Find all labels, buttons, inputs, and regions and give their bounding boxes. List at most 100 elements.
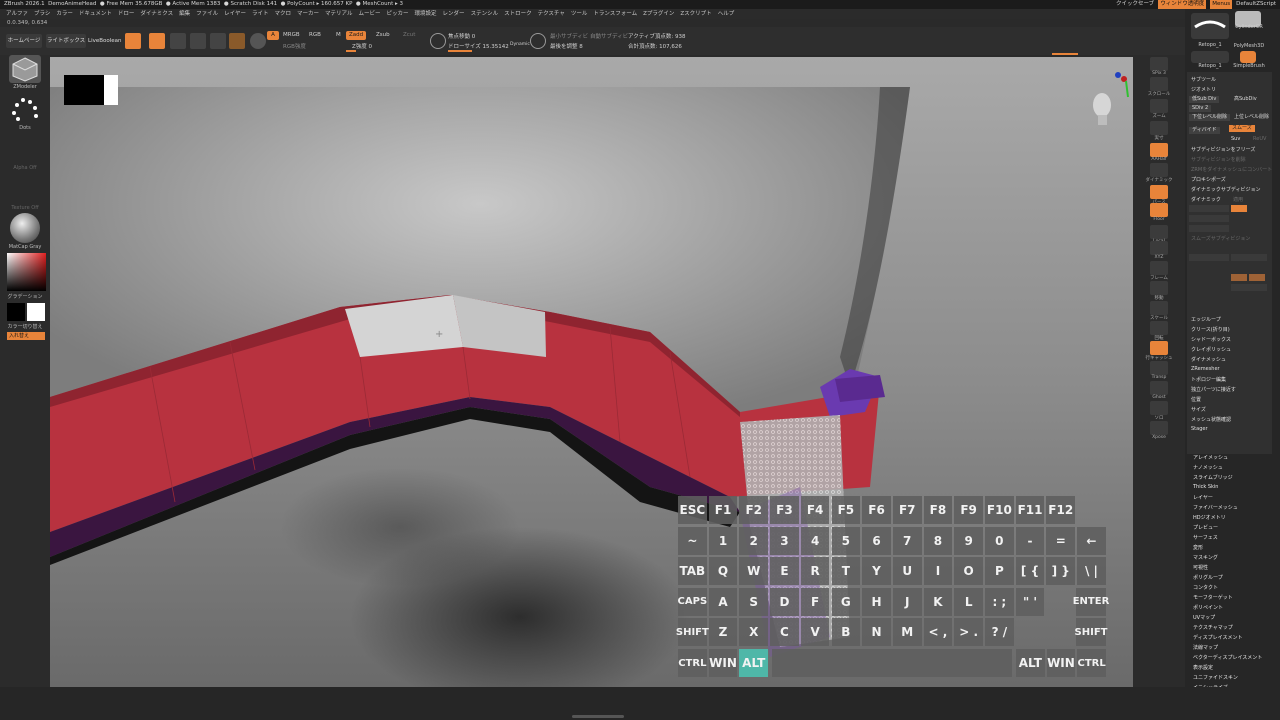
rgb-button[interactable]: RGB — [309, 32, 321, 38]
modify-topology-button[interactable]: 独立パーツに接近す — [1191, 386, 1236, 393]
rotate-mode-icon[interactable] — [210, 33, 226, 49]
dyn-slider-3[interactable] — [1189, 225, 1229, 232]
secondary-color-swatch[interactable] — [7, 303, 25, 321]
dynamic-subdiv-header[interactable]: ダイナミックサブディビジョン — [1191, 186, 1261, 193]
clay-polish-button[interactable]: クレイポリッシュ — [1191, 346, 1231, 353]
quicksave-button[interactable]: クイックセーブ — [1116, 0, 1154, 9]
key-2[interactable]: 2 — [739, 526, 769, 555]
reuv-toggle[interactable]: ReUV — [1253, 136, 1266, 142]
material-sphere-icon[interactable] — [229, 33, 245, 49]
key-f7[interactable]: F7 — [892, 496, 922, 524]
stager-button[interactable]: Stager — [1191, 426, 1208, 432]
right-shelf-button[interactable] — [1150, 163, 1168, 177]
key-f8[interactable]: F8 — [923, 496, 953, 524]
subpalette-item[interactable]: HDジオメトリ — [1193, 514, 1226, 521]
subpalette-item[interactable]: 表示設定 — [1193, 664, 1213, 671]
key-4[interactable]: 4 — [800, 526, 830, 555]
key-b[interactable]: B — [831, 618, 861, 647]
alternate-button[interactable]: 入れ替え — [7, 332, 45, 340]
delete-higher-button[interactable]: 上位レベル削除 — [1231, 114, 1272, 121]
subpalette-item[interactable]: アレイメッシュ — [1193, 454, 1228, 461]
key-9[interactable]: 9 — [954, 526, 983, 555]
focal-shift-icon[interactable] — [430, 33, 446, 49]
menus-button[interactable]: Menus — [1210, 0, 1233, 9]
key-[interactable]: - — [1015, 526, 1045, 555]
key-7[interactable]: 7 — [892, 526, 922, 555]
z-intensity-slider[interactable]: Z強度 0 — [352, 42, 372, 50]
subpalette-item[interactable]: ユニファイドスキン — [1193, 674, 1238, 681]
edit-mode-icon[interactable] — [125, 33, 141, 49]
dots-stroke-icon[interactable] — [9, 95, 41, 123]
key-k[interactable]: K — [923, 587, 953, 616]
dyn-slider-8[interactable] — [1231, 284, 1267, 291]
menu-item[interactable]: ドロー — [118, 9, 135, 19]
live-boolean-button[interactable]: LiveBoolean — [88, 34, 122, 48]
key-f3[interactable]: F3 — [770, 496, 799, 524]
key-q[interactable]: Q — [708, 557, 738, 586]
subpalette-item[interactable]: スライムブリッジ — [1193, 474, 1233, 481]
right-shelf-button[interactable] — [1150, 143, 1168, 157]
window-transparency-button[interactable]: ウィンドウ透明度 — [1158, 0, 1207, 9]
key-t[interactable]: T — [831, 557, 861, 586]
dyn-slider-1[interactable] — [1189, 205, 1229, 212]
texture-sphere-icon[interactable] — [250, 33, 266, 49]
key-[interactable]: ~ — [678, 526, 707, 555]
key-x[interactable]: X — [739, 618, 769, 647]
right-shelf-button[interactable] — [1150, 225, 1168, 239]
menu-item[interactable]: テクスチャ — [538, 9, 565, 19]
key-1[interactable]: 1 — [708, 526, 738, 555]
key-n[interactable]: N — [862, 618, 891, 647]
key-d[interactable]: D — [770, 587, 799, 616]
menu-item[interactable]: ツール — [571, 9, 588, 19]
key-[interactable]: < , — [923, 618, 953, 647]
zmodeler-brush-icon[interactable] — [9, 55, 41, 83]
subpalette-item[interactable]: 変形 — [1193, 544, 1203, 551]
draw-mode-icon[interactable] — [149, 33, 165, 49]
key-space[interactable] — [772, 649, 1012, 677]
3d-viewport[interactable]: + ESC F1 F2 F3 F4 F5 F6 F7 F8 F9 F10 F11 F12 ~1 2 3 4 5 6 7… — [50, 57, 1133, 687]
lower-res-button[interactable]: 低Sub Div — [1189, 96, 1220, 103]
right-shelf-button[interactable] — [1150, 99, 1168, 113]
subpalette-item[interactable]: ベクターディスプレイスメント — [1193, 654, 1262, 661]
key-f10[interactable]: F10 — [985, 496, 1014, 524]
scale-mode-icon[interactable] — [190, 33, 206, 49]
script-button[interactable]: DefaultZScript — [1236, 0, 1276, 9]
higher-res-button[interactable]: 高SubDiv — [1231, 96, 1260, 103]
menu-item[interactable]: マーカー — [297, 9, 319, 19]
smooth-steps-slider[interactable]: 最後を調整 8 — [550, 42, 583, 50]
key-s[interactable]: S — [739, 587, 769, 616]
suv-toggle[interactable]: Suv — [1231, 136, 1240, 142]
key-u[interactable]: U — [892, 557, 922, 586]
edge-loop-button[interactable]: エッジループ — [1191, 316, 1221, 323]
key-r[interactable]: R — [800, 557, 830, 586]
key-f[interactable]: F — [800, 587, 830, 616]
subpalette-item[interactable]: ナノメッシュ — [1193, 464, 1223, 471]
right-shelf-button[interactable] — [1150, 121, 1168, 135]
focal-shift-slider[interactable]: 焦点移動 0 — [448, 32, 475, 40]
menu-item[interactable]: ダイナミクス — [140, 9, 173, 19]
menu-item[interactable]: ファイル — [196, 9, 218, 19]
right-shelf-button[interactable] — [1150, 185, 1168, 199]
key-f1[interactable]: F1 — [708, 496, 738, 524]
menu-item[interactable]: レンダー — [443, 9, 465, 19]
convert-button[interactable]: ZRMをダイナメッシュにコンバート — [1191, 166, 1272, 173]
switch-color-label[interactable]: カラー切り替え — [0, 323, 50, 330]
key-c[interactable]: C — [770, 618, 799, 647]
matcap-sphere-icon[interactable] — [10, 213, 40, 243]
apply-button[interactable]: 適用 — [1233, 196, 1243, 203]
right-shelf-button[interactable] — [1150, 341, 1168, 355]
key-o[interactable]: O — [954, 557, 983, 586]
key-a[interactable]: A — [708, 587, 738, 616]
min-subdiv-button[interactable]: 最小サブディビ — [550, 32, 588, 40]
mesh-integrity-button[interactable]: メッシュ状態確認 — [1191, 416, 1231, 423]
key-6[interactable]: 6 — [862, 526, 891, 555]
subpalette-item[interactable]: Thick Skin — [1193, 484, 1218, 490]
subpalette-item[interactable]: 可視性 — [1193, 564, 1208, 571]
subpalette-item[interactable]: レイヤー — [1193, 494, 1213, 501]
key-e[interactable]: E — [770, 557, 799, 586]
menu-item[interactable]: トランスフォーム — [593, 9, 637, 19]
subpalette-item[interactable]: 法線マップ — [1193, 644, 1218, 651]
crease-button[interactable]: クリース(折り目) — [1191, 326, 1230, 333]
key-f12[interactable]: F12 — [1046, 496, 1076, 524]
proxy-pose-button[interactable]: プロキシポーズ — [1191, 176, 1226, 183]
